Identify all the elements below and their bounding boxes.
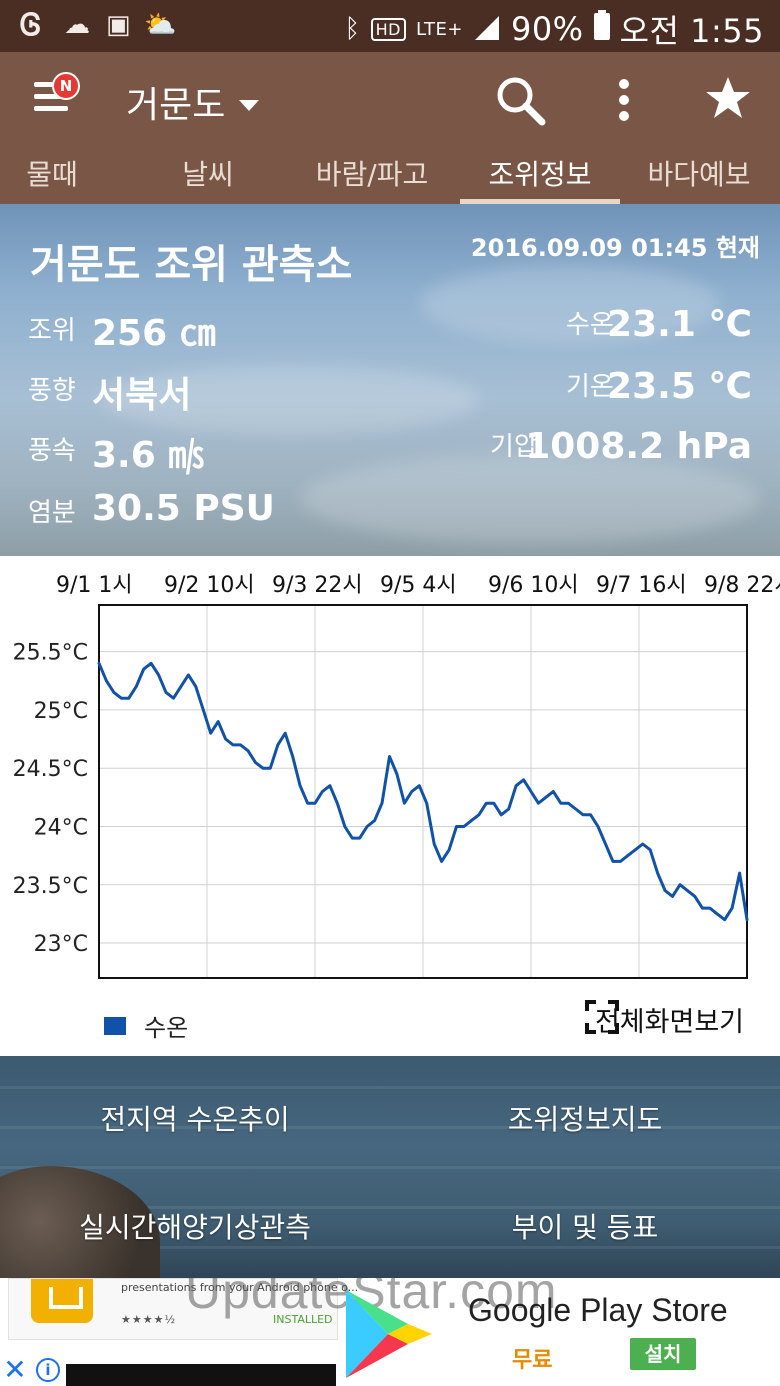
- legend-label: 수온: [144, 1014, 189, 1042]
- notification-badge: N: [52, 72, 80, 100]
- tide-label: 조위: [28, 316, 76, 346]
- wind-speed-label: 풍속: [28, 436, 76, 466]
- bluetooth-icon: ᛒ: [344, 14, 361, 44]
- tab-weather[interactable]: 날씨: [142, 146, 274, 204]
- y-tick-label: 25.5°C: [13, 641, 88, 666]
- g-app-icon: Ꮆ: [20, 8, 42, 43]
- x-tick-label: 9/5 4시: [380, 573, 457, 598]
- y-tick-label: 24°C: [34, 815, 88, 840]
- more-vert-icon[interactable]: [614, 74, 634, 130]
- chart-legend: 수온: [104, 1008, 188, 1043]
- chevron-down-icon: [239, 99, 260, 111]
- x-tick-label: 9/2 10시: [164, 573, 255, 598]
- signal-icon: [473, 10, 501, 48]
- tide-value: 256 ㎝: [92, 313, 216, 354]
- ad-banner[interactable]: presentations from your Android phone o.…: [0, 1278, 780, 1386]
- star-icon[interactable]: [704, 74, 752, 126]
- pressure-value: 1008.2 hPa: [525, 426, 752, 467]
- cloud-sun-icon: ⛅: [144, 10, 177, 40]
- quick-links-panel: 전지역 수온추이 조위정보지도 실시간해양기상관측 부이 및 등표: [0, 1056, 780, 1278]
- search-icon[interactable]: [494, 74, 546, 130]
- link-all-region-water-temp[interactable]: 전지역 수온추이: [40, 1098, 350, 1138]
- app-icon: [31, 1279, 93, 1323]
- x-tick-label: 9/7 16시: [596, 573, 687, 598]
- wind-direction-label: 풍향: [28, 376, 76, 406]
- observation-datetime: 2016.09.09 01:45 현재: [470, 234, 760, 262]
- y-tick-label: 25°C: [34, 699, 88, 724]
- salinity-label: 염분: [28, 498, 76, 528]
- tab-tide-times[interactable]: 물때: [0, 146, 104, 204]
- x-tick-label: 9/6 10시: [488, 573, 579, 598]
- play-store-icon: [338, 1284, 438, 1386]
- gallery-icon: ▣: [106, 10, 131, 40]
- tab-bar: 물때 날씨 바람/파고 조위정보 바다예보: [0, 146, 780, 204]
- network-type: LTE+: [415, 18, 463, 40]
- ad-nav-strip: [66, 1364, 336, 1386]
- y-tick-label: 23°C: [34, 932, 88, 957]
- app-bar: N 거문도: [0, 52, 780, 146]
- wind-direction-value: 서북서: [92, 375, 192, 416]
- y-tick-label: 23.5°C: [13, 874, 88, 899]
- link-buoys-beacons[interactable]: 부이 및 등표: [430, 1206, 740, 1246]
- station-dropdown[interactable]: 거문도: [126, 76, 260, 128]
- station-name: 거문도: [126, 85, 226, 126]
- link-realtime-ocean-weather[interactable]: 실시간해양기상관측: [40, 1206, 350, 1246]
- store-name: Google Play Store: [468, 1292, 728, 1328]
- hd-badge: HD: [370, 17, 406, 41]
- menu-icon[interactable]: N: [34, 72, 80, 116]
- x-tick-label: 9/1 1시: [56, 573, 133, 598]
- water-temp-value: 23.1 ℃: [607, 304, 752, 345]
- fullscreen-button[interactable]: 전체화면보기: [584, 1000, 744, 1039]
- battery-icon: [593, 10, 610, 48]
- install-button[interactable]: 설치: [630, 1338, 696, 1370]
- legend-swatch: [104, 1016, 126, 1035]
- air-temp-value: 23.5 ℃: [607, 366, 752, 407]
- clock: 오전 1:55: [619, 12, 764, 50]
- station-title: 거문도 조위 관측소: [30, 242, 353, 288]
- tab-sea-forecast[interactable]: 바다예보: [618, 146, 780, 204]
- close-icon[interactable]: ✕: [0, 1354, 30, 1386]
- price-label: 무료: [512, 1348, 553, 1373]
- tab-tide-info[interactable]: 조위정보: [460, 146, 620, 204]
- weather-cloud-icon: ☁: [64, 10, 90, 40]
- ad-rating: ★★★★½: [121, 1313, 177, 1326]
- x-tick-label: 9/8 22시: [704, 573, 780, 598]
- status-bar: Ꮆ ☁ ▣ ⛅ ᛒ HD LTE+ 90% 오전 1:55: [0, 0, 780, 52]
- battery-percent: 90%: [510, 10, 584, 48]
- y-tick-label: 24.5°C: [13, 757, 88, 782]
- station-info-panel: 거문도 조위 관측소 2016.09.09 01:45 현재 조위 256 ㎝ …: [0, 204, 780, 556]
- tab-wind-waves[interactable]: 바람/파고: [296, 146, 448, 204]
- link-tide-info-map[interactable]: 조위정보지도: [430, 1098, 740, 1138]
- status-right: ᛒ HD LTE+ 90% 오전 1:55: [344, 6, 764, 52]
- water-temp-chart: 25.5°C 25°C 24.5°C 24°C 23.5°C 23°C 9/1 1시 9/2 …: [0, 556, 780, 1056]
- wind-speed-value: 3.6 ㎧: [92, 435, 205, 476]
- salinity-value: 30.5 PSU: [92, 488, 275, 529]
- x-tick-label: 9/3 22시: [272, 573, 363, 598]
- chart-svg: 25.5°C 25°C 24.5°C 24°C 23.5°C 23°C 9/1 1시 9/2 …: [13, 573, 780, 979]
- info-icon[interactable]: i: [36, 1358, 60, 1382]
